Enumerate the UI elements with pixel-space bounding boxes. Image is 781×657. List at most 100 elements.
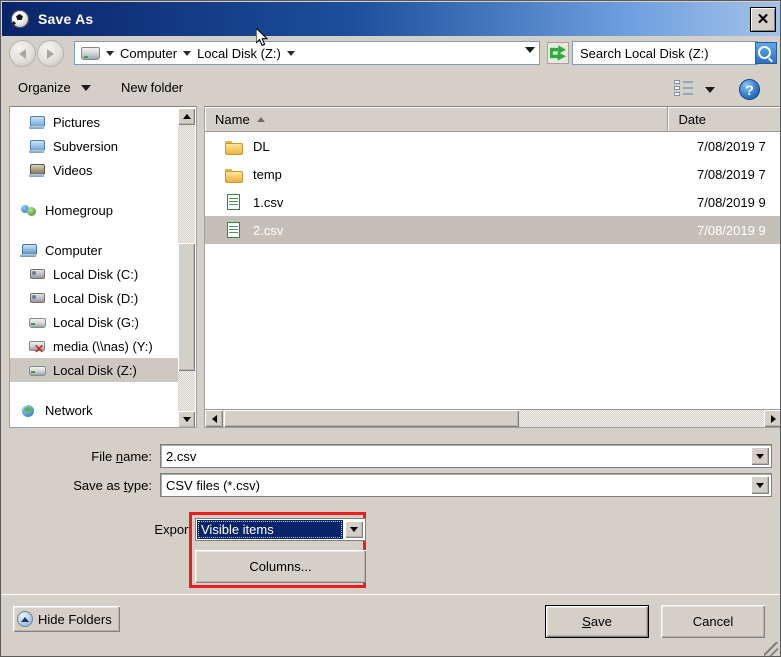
organize-button[interactable]: Organize bbox=[18, 80, 91, 95]
save-as-type-label: Save as type: bbox=[73, 478, 152, 493]
drive-icon bbox=[28, 314, 46, 330]
refresh-button[interactable] bbox=[547, 42, 569, 64]
mouse-cursor bbox=[256, 28, 269, 47]
navigation-bar: Computer Local Disk (Z:) Search Local Di… bbox=[2, 36, 780, 70]
column-header-date[interactable]: Date bbox=[668, 107, 780, 131]
hide-folders-label: Hide Folders bbox=[38, 611, 112, 627]
table-row[interactable]: 1.csv 7/08/2019 9 bbox=[205, 188, 780, 216]
scroll-up-button[interactable] bbox=[178, 108, 195, 125]
caret-up-icon bbox=[182, 114, 191, 119]
sidebar-item-label: Homegroup bbox=[45, 202, 113, 218]
export-select[interactable]: Visible items bbox=[195, 518, 366, 541]
sidebar-item-local-disk-g[interactable]: Local Disk (G:) bbox=[10, 310, 179, 334]
search-button[interactable] bbox=[755, 42, 777, 64]
file-list-horizontal-scrollbar[interactable] bbox=[204, 409, 780, 428]
forward-button[interactable] bbox=[38, 41, 63, 66]
sidebar-item-subversion[interactable]: Subversion bbox=[10, 134, 179, 158]
sidebar-item-network[interactable]: Network bbox=[10, 398, 179, 422]
view-mode-chevron-down-icon[interactable] bbox=[705, 87, 715, 93]
file-date-cell: 7/08/2019 7 bbox=[697, 138, 766, 154]
scroll-right-button[interactable] bbox=[764, 410, 780, 427]
export-options-highlight: Visible items Columns... bbox=[189, 512, 366, 588]
column-header-name-label: Name bbox=[215, 111, 250, 127]
sidebar-item-videos[interactable]: Videos bbox=[10, 158, 179, 182]
window-title: Save As bbox=[38, 11, 94, 27]
resize-grip[interactable] bbox=[764, 642, 778, 656]
cancel-button[interactable]: Cancel bbox=[661, 605, 765, 638]
navigation-tree: Pictures Subversion Videos Homegroup Compute… bbox=[10, 107, 179, 422]
computer-icon bbox=[20, 242, 38, 258]
scrollbar-thumb[interactable] bbox=[178, 243, 195, 371]
caret-right-icon bbox=[770, 414, 776, 423]
save-as-dialog: Save As ✕ Computer Local Disk (Z:) Searc… bbox=[0, 0, 781, 657]
disconnected-network-drive-icon bbox=[28, 338, 46, 355]
sidebar-item-computer[interactable]: Computer bbox=[10, 238, 179, 262]
save-as-type-dropdown-button[interactable] bbox=[751, 476, 769, 494]
save-button[interactable]: Save bbox=[545, 605, 649, 638]
scroll-left-button[interactable] bbox=[205, 410, 223, 427]
drive-icon bbox=[81, 46, 100, 60]
scrollbar-thumb[interactable] bbox=[224, 410, 519, 427]
breadcrumb-item-computer[interactable]: Computer bbox=[120, 46, 177, 61]
file-date-cell: 7/08/2019 9 bbox=[697, 222, 766, 238]
file-name-cell: DL bbox=[253, 138, 270, 154]
organize-label: Organize bbox=[18, 80, 71, 95]
breadcrumb[interactable]: Computer Local Disk (Z:) bbox=[74, 41, 540, 65]
caret-down-icon bbox=[182, 417, 191, 422]
hard-disk-icon bbox=[28, 266, 46, 282]
soccer-ball-icon bbox=[11, 10, 29, 28]
table-row[interactable]: temp 7/08/2019 7 bbox=[205, 160, 780, 188]
file-name-cell: temp bbox=[253, 166, 282, 182]
sidebar-item-pictures[interactable]: Pictures bbox=[10, 110, 179, 134]
close-icon[interactable]: ✕ bbox=[750, 7, 776, 32]
back-button[interactable] bbox=[10, 41, 35, 66]
caret-up-circle-icon bbox=[17, 611, 33, 627]
sidebar-item-media-nas-y[interactable]: media (\\nas) (Y:) bbox=[10, 334, 179, 358]
sidebar-item-label: Pictures bbox=[53, 114, 100, 130]
chevron-down-icon bbox=[350, 527, 358, 532]
command-toolbar: Organize New folder bbox=[2, 73, 780, 106]
sidebar-item-homegroup[interactable]: Homegroup bbox=[10, 198, 179, 222]
sidebar-scrollbar[interactable] bbox=[178, 108, 195, 427]
tree-group-spacer bbox=[10, 182, 179, 198]
hide-folders-button[interactable]: Hide Folders bbox=[13, 606, 120, 632]
scroll-down-button[interactable] bbox=[178, 411, 195, 427]
file-name-cell: 1.csv bbox=[253, 194, 284, 210]
breadcrumb-separator-icon[interactable] bbox=[183, 50, 192, 56]
search-placeholder: Search Local Disk (Z:) bbox=[580, 45, 709, 61]
columns-button[interactable]: Columns... bbox=[195, 550, 366, 583]
search-input[interactable]: Search Local Disk (Z:) bbox=[572, 41, 758, 65]
column-header-name[interactable]: Name bbox=[205, 107, 669, 131]
file-date-cell: 7/08/2019 7 bbox=[697, 166, 766, 182]
sidebar-item-label: Videos bbox=[53, 162, 93, 178]
file-date-cell: 7/08/2019 9 bbox=[697, 194, 766, 210]
table-row[interactable]: DL 7/08/2019 7 bbox=[205, 132, 780, 160]
sidebar-item-local-disk-z[interactable]: Local Disk (Z:) bbox=[10, 358, 179, 382]
sidebar-item-label: Local Disk (G:) bbox=[53, 314, 139, 330]
view-mode-icon[interactable] bbox=[674, 80, 693, 97]
hard-disk-icon bbox=[28, 290, 46, 306]
search-icon bbox=[757, 45, 771, 59]
export-selected-value: Visible items bbox=[197, 520, 343, 539]
chevron-down-icon bbox=[756, 453, 764, 459]
new-folder-button[interactable]: New folder bbox=[121, 80, 183, 95]
save-as-type-field[interactable]: CSV files (*.csv) bbox=[160, 473, 772, 497]
breadcrumb-separator-icon[interactable] bbox=[106, 50, 114, 56]
sidebar-item-local-disk-c[interactable]: Local Disk (C:) bbox=[10, 262, 179, 286]
file-name-cell: 2.csv bbox=[253, 222, 284, 238]
csv-file-icon bbox=[225, 221, 243, 239]
export-dropdown-button[interactable] bbox=[345, 521, 363, 538]
csv-file-icon bbox=[225, 193, 243, 211]
help-icon[interactable]: ? bbox=[739, 79, 760, 100]
breadcrumb-separator-icon[interactable] bbox=[286, 50, 295, 56]
sidebar-item-local-disk-d[interactable]: Local Disk (D:) bbox=[10, 286, 179, 310]
sort-ascending-icon bbox=[256, 116, 265, 122]
chevron-down-icon[interactable] bbox=[525, 47, 535, 53]
title-bar: Save As ✕ bbox=[2, 2, 780, 36]
sidebar-item-label: Local Disk (D:) bbox=[53, 290, 139, 306]
table-row[interactable]: 2.csv 7/08/2019 9 bbox=[205, 216, 780, 244]
file-name-dropdown-button[interactable] bbox=[751, 447, 769, 465]
file-name-value: 2.csv bbox=[166, 448, 197, 464]
videos-icon bbox=[28, 162, 46, 178]
file-name-field[interactable]: 2.csv bbox=[160, 444, 772, 468]
